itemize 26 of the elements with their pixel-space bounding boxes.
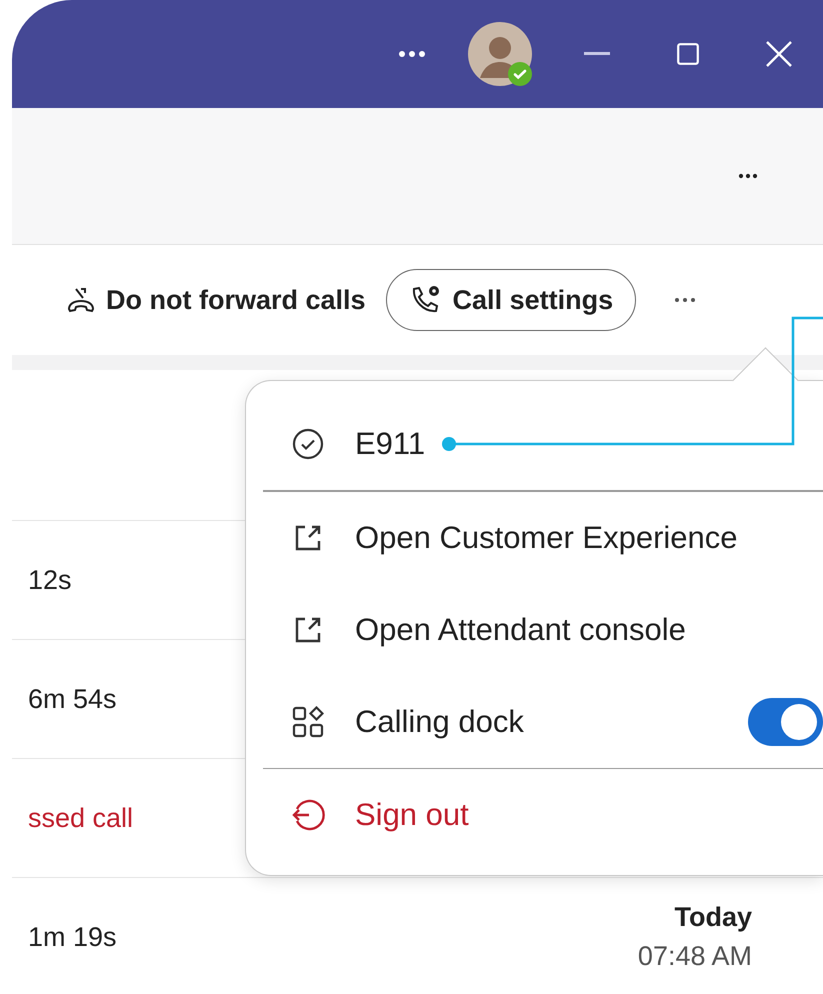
call-settings-button[interactable]: Call settings: [386, 269, 636, 331]
more-icon[interactable]: [738, 173, 758, 179]
call-row[interactable]: 1m 19s Today 07:48 AM: [12, 877, 823, 994]
menu-item[interactable]: Calling dock: [246, 676, 823, 768]
call-time: 07:48 AM: [638, 941, 752, 972]
menu-item[interactable]: Open Attendant console: [246, 584, 823, 676]
call-duration: 12s: [28, 564, 72, 596]
toggle-switch[interactable]: [748, 698, 823, 746]
grid-icon: [291, 706, 325, 738]
minimize-icon[interactable]: [584, 52, 610, 56]
close-icon[interactable]: [765, 40, 793, 68]
call-duration: 1m 19s: [28, 922, 117, 952]
menu-item[interactable]: Open Customer Experience: [246, 492, 823, 584]
more-icon[interactable]: [674, 297, 696, 303]
menu-item[interactable]: Sign out: [246, 769, 823, 861]
maximize-icon[interactable]: [677, 43, 699, 65]
phone-off-icon: [66, 285, 96, 315]
forward-toggle-button[interactable]: Do not forward calls: [66, 284, 366, 316]
call-status: ssed call: [28, 802, 134, 834]
call-duration: 6m 54s: [28, 684, 117, 714]
call-date: Today: [674, 902, 752, 933]
check-circle-icon: [291, 427, 325, 461]
avatar[interactable]: [468, 22, 532, 86]
sign-out-icon: [291, 798, 325, 832]
menu-item[interactable]: E911: [246, 398, 823, 490]
more-icon[interactable]: [398, 50, 426, 58]
